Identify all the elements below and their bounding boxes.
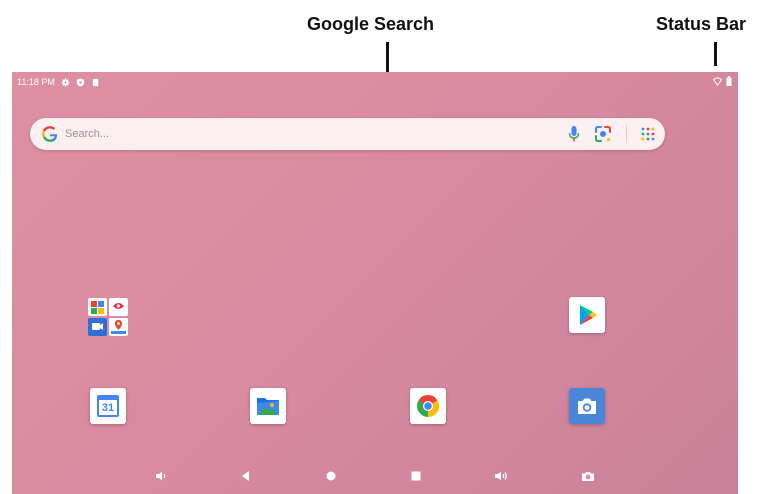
- google-search-bar[interactable]: Search...: [30, 118, 665, 150]
- back-icon[interactable]: [236, 466, 256, 486]
- status-left: 11:18 PM: [17, 77, 100, 87]
- shield-icon: [76, 77, 84, 87]
- screenshot-icon[interactable]: [578, 466, 598, 486]
- camera-icon: [578, 398, 596, 414]
- status-bar-callout: Status Bar: [656, 14, 747, 34]
- battery-icon: [726, 76, 732, 86]
- status-bar-callout-line: [714, 42, 717, 66]
- chrome-app[interactable]: [410, 388, 446, 424]
- home-icon[interactable]: [321, 466, 341, 486]
- google-apps-folder-icon: [88, 298, 128, 336]
- volume-up-icon[interactable]: [491, 466, 511, 486]
- play-store-icon: [580, 305, 597, 325]
- gear-icon: [61, 77, 70, 87]
- chrome-icon: [417, 395, 439, 417]
- google-g-icon: [42, 126, 58, 142]
- files-icon: [257, 398, 279, 415]
- google-search-callout: Google Search: [307, 14, 435, 34]
- recents-icon[interactable]: [406, 466, 426, 486]
- status-bar: 11:18 PM: [12, 72, 738, 92]
- navigation-bar: [12, 458, 738, 494]
- calendar-day: 31: [101, 402, 115, 414]
- status-right: [713, 76, 732, 86]
- search-actions: [568, 123, 655, 145]
- wifi-icon: [713, 76, 722, 86]
- apps-grid-icon[interactable]: [641, 127, 655, 141]
- tablet-home-screen: 11:18 PM Search... 31: [12, 72, 738, 494]
- microphone-icon[interactable]: [568, 125, 580, 143]
- status-time: 11:18 PM: [17, 77, 55, 87]
- search-placeholder: Search...: [65, 128, 110, 140]
- google-apps-folder[interactable]: [87, 297, 129, 337]
- files-app[interactable]: [250, 388, 286, 424]
- search-divider: [626, 125, 627, 143]
- volume-down-icon[interactable]: [151, 466, 171, 486]
- sd-card-icon: [92, 78, 99, 86]
- play-store-app[interactable]: [569, 297, 605, 333]
- lens-icon[interactable]: [594, 125, 612, 143]
- camera-app[interactable]: [569, 388, 605, 424]
- calendar-app[interactable]: 31: [90, 388, 126, 424]
